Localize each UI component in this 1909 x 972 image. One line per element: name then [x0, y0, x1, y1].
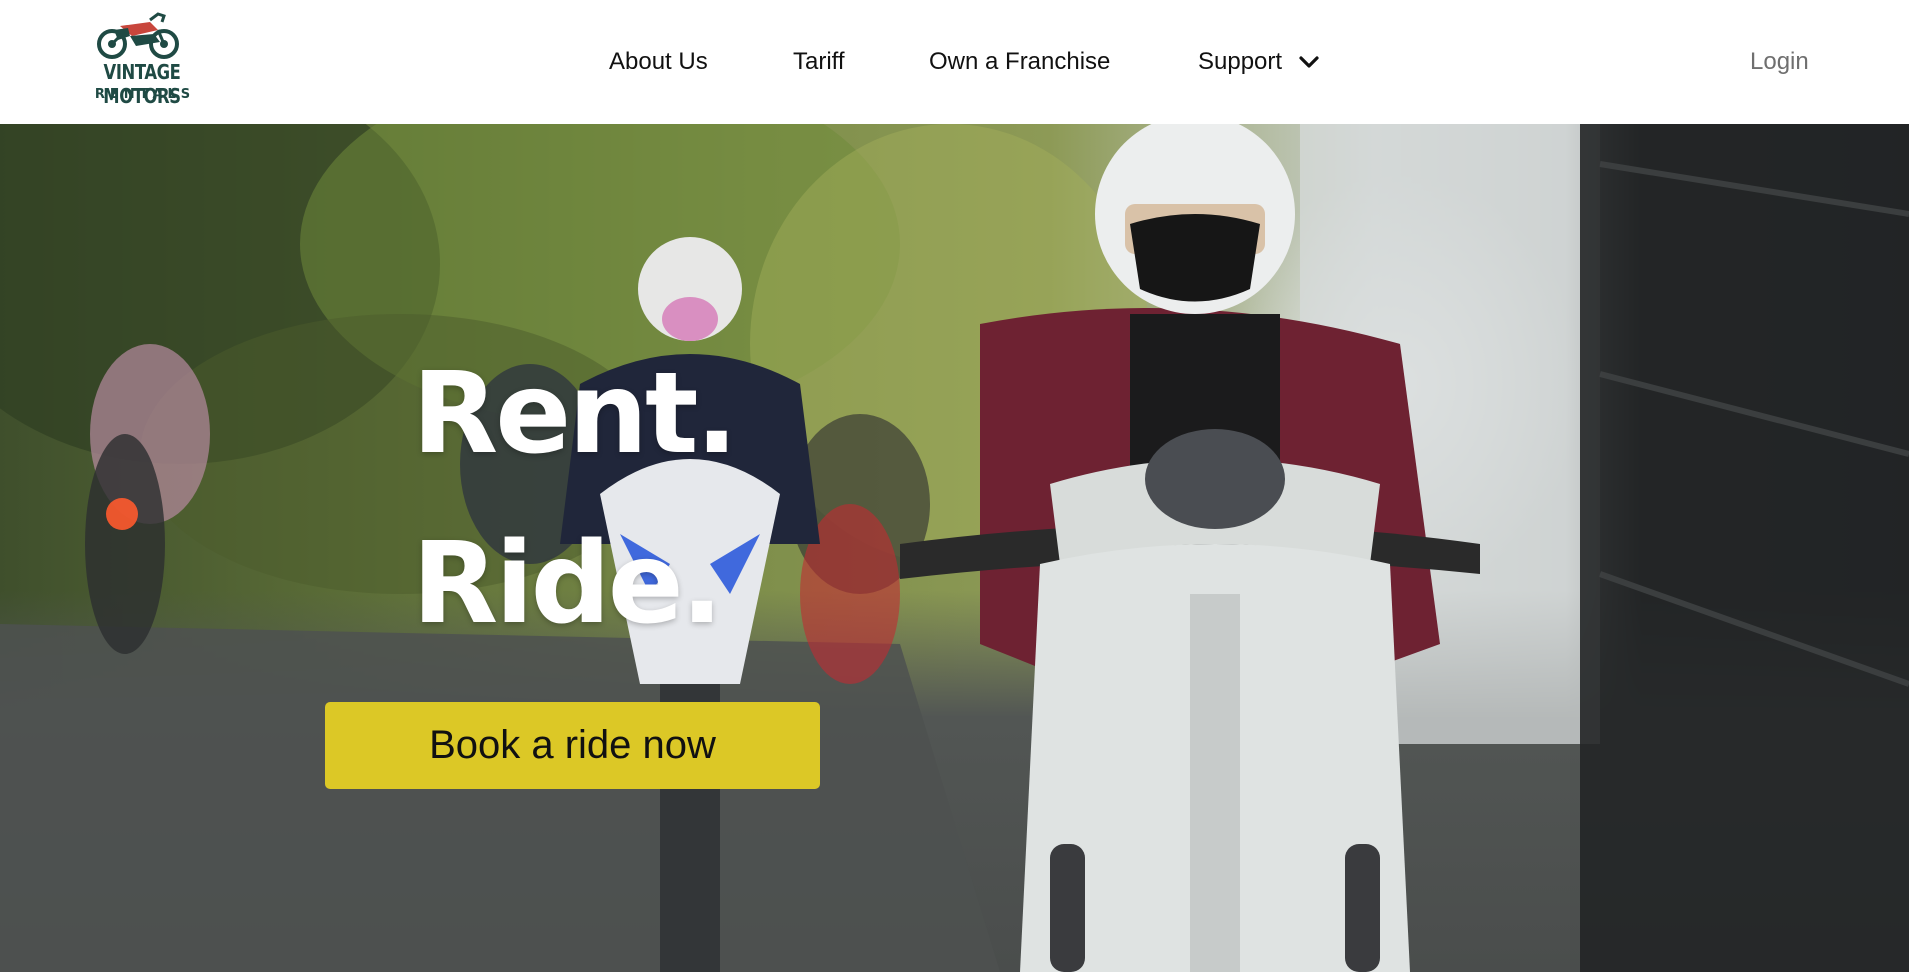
nav-support-label: Support — [1198, 48, 1283, 75]
nav-about-us[interactable]: About Us — [609, 48, 708, 76]
chevron-down-icon — [1299, 56, 1319, 68]
nav-tariff[interactable]: Tariff — [793, 48, 845, 76]
brand-logo[interactable]: VINTAGE MOTORS RENTALS — [62, 10, 222, 110]
nav-own-a-franchise[interactable]: Own a Franchise — [929, 48, 1110, 76]
login-link[interactable]: Login — [1750, 48, 1809, 76]
hero-headline-ride: Ride. — [412, 519, 723, 649]
site-header: VINTAGE MOTORS RENTALS About Us Tariff O… — [0, 0, 1909, 124]
nav-support[interactable]: Support — [1198, 48, 1322, 76]
hero-section: Rent. Ride. Book a ride now — [0, 124, 1909, 972]
hero-image — [0, 124, 1909, 972]
book-ride-button[interactable]: Book a ride now — [325, 702, 820, 789]
motorcycle-icon — [97, 12, 179, 59]
brand-subtitle: RENTALS — [94, 87, 196, 102]
hero-headline-rent: Rent. — [412, 349, 738, 479]
